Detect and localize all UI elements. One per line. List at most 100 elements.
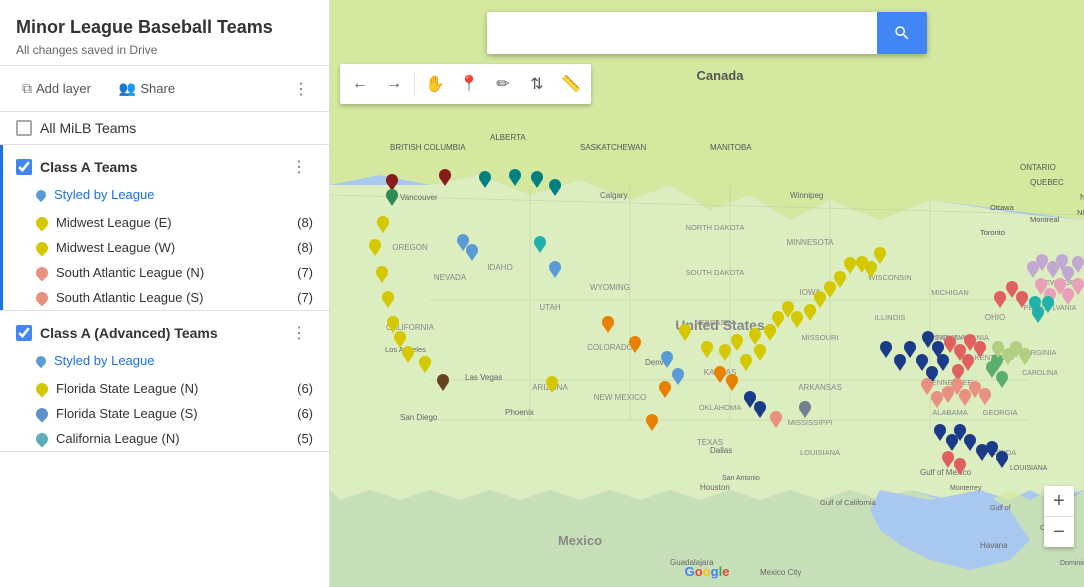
svg-text:LOUISIANA: LOUISIANA <box>800 448 840 457</box>
sal-n-pin <box>36 266 48 280</box>
svg-text:Dallas: Dallas <box>710 446 732 455</box>
class-a-adv-league-0: Florida State League (N) (6) <box>0 376 329 401</box>
svg-text:MICHIGAN: MICHIGAN <box>931 288 969 297</box>
style-pin-icon <box>36 188 48 202</box>
svg-text:San Diego: San Diego <box>400 413 438 422</box>
svg-text:Las Vegas: Las Vegas <box>465 373 502 382</box>
sidebar-more-button[interactable]: ⋮ <box>285 75 317 103</box>
google-logo: Google <box>685 564 730 579</box>
class-a-league-0: Midwest League (E) (8) <box>0 210 329 235</box>
zoom-in-button[interactable]: + <box>1044 486 1074 516</box>
svg-text:OKLAHOMA: OKLAHOMA <box>699 403 742 412</box>
search-input[interactable] <box>487 12 877 54</box>
class-a-adv-more-button[interactable]: ⋮ <box>285 321 313 345</box>
sal-s-count: (7) <box>297 290 313 305</box>
class-a-styled-label: Styled by League <box>54 187 154 202</box>
svg-text:Winnipeg: Winnipeg <box>790 191 823 200</box>
cal-n-label: California League (N) <box>56 431 289 446</box>
add-layer-button[interactable]: ⧉ Add layer <box>12 74 101 103</box>
redo-button[interactable]: → <box>378 68 410 100</box>
svg-text:COLORADO: COLORADO <box>587 343 633 352</box>
class-a-adv-league-2: California League (N) (5) <box>0 426 329 451</box>
svg-text:Havana: Havana <box>980 541 1008 550</box>
svg-text:MANITOBA: MANITOBA <box>710 143 752 152</box>
midwest-e-count: (8) <box>297 215 313 230</box>
class-a-league-1: Midwest League (W) (8) <box>0 235 329 260</box>
search-button[interactable] <box>877 12 927 54</box>
svg-text:Canada: Canada <box>697 68 745 83</box>
midwest-w-count: (8) <box>297 240 313 255</box>
svg-text:NEW MEXICO: NEW MEXICO <box>594 393 646 402</box>
all-teams-checkbox[interactable] <box>16 120 32 136</box>
cal-n-pin <box>36 432 48 446</box>
ruler-tool-button[interactable]: 📏 <box>555 68 587 100</box>
fsl-n-pin <box>36 382 48 396</box>
class-a-more-button[interactable]: ⋮ <box>285 155 313 179</box>
svg-text:Gulf of Mexico: Gulf of Mexico <box>920 468 972 477</box>
sal-s-label: South Atlantic League (S) <box>56 290 289 305</box>
svg-text:NEW BRUNSWICK: NEW BRUNSWICK <box>1080 193 1084 202</box>
class-a-adv-group: Class A (Advanced) Teams ⋮ Styled by Lea… <box>0 311 329 452</box>
share-button[interactable]: 👥 Share <box>109 74 185 103</box>
svg-text:NORTH DAKOTA: NORTH DAKOTA <box>686 223 745 232</box>
svg-text:WYOMING: WYOMING <box>590 283 630 292</box>
svg-text:Mexico: Mexico <box>558 533 602 548</box>
class-a-group: Class A Teams ⋮ Styled by League Midwest… <box>0 145 329 311</box>
svg-text:Calgary: Calgary <box>600 191 628 200</box>
svg-text:NEBRASKA: NEBRASKA <box>695 318 736 327</box>
all-teams-label: All MiLB Teams <box>40 120 136 136</box>
class-a-adv-styled-label: Styled by League <box>54 353 154 368</box>
sidebar-content: All MiLB Teams Class A Teams ⋮ Styled by… <box>0 112 329 587</box>
svg-text:Houston: Houston <box>700 483 730 492</box>
class-a-header-wrapper: Class A Teams ⋮ Styled by League Midwest… <box>0 145 329 310</box>
fsl-n-label: Florida State League (N) <box>56 381 289 396</box>
class-a-active-bar <box>0 145 3 310</box>
sal-s-pin <box>36 291 48 305</box>
sidebar-header: Minor League Baseball Teams All changes … <box>0 0 329 66</box>
svg-text:Phoenix: Phoenix <box>505 408 534 417</box>
draw-tool-button[interactable]: ✏ <box>487 68 519 100</box>
pin-tool-button[interactable]: 📍 <box>453 68 485 100</box>
share-label: Share <box>140 81 175 96</box>
zoom-controls: + − <box>1044 486 1074 547</box>
fsl-s-label: Florida State League (S) <box>56 406 289 421</box>
zoom-out-button[interactable]: − <box>1044 517 1074 547</box>
search-bar <box>487 12 927 54</box>
svg-text:WISCONSIN: WISCONSIN <box>868 273 911 282</box>
sidebar-actions: ⧉ Add layer 👥 Share ⋮ <box>0 66 329 112</box>
svg-text:San Antonio: San Antonio <box>722 475 760 482</box>
layers-icon: ⧉ <box>22 80 32 97</box>
svg-text:GEORGIA: GEORGIA <box>982 408 1017 417</box>
svg-text:Ottawa: Ottawa <box>990 203 1015 212</box>
class-a-adv-title: Class A (Advanced) Teams <box>40 325 277 341</box>
svg-text:Gulf of: Gulf of <box>990 505 1011 512</box>
hand-tool-button[interactable]: ✋ <box>419 68 451 100</box>
search-icon <box>893 24 911 42</box>
class-a-title: Class A Teams <box>40 159 277 175</box>
svg-text:NEVADA: NEVADA <box>434 273 467 282</box>
sal-n-label: South Atlantic League (N) <box>56 265 289 280</box>
toolbar-separator-1 <box>414 72 415 96</box>
class-a-checkbox[interactable] <box>16 159 32 175</box>
svg-text:Monterrey: Monterrey <box>950 485 982 492</box>
undo-button[interactable]: ← <box>344 68 376 100</box>
svg-text:ONTARIO: ONTARIO <box>1020 163 1056 172</box>
sidebar: Minor League Baseball Teams All changes … <box>0 0 330 587</box>
class-a-adv-league-1: Florida State League (S) (6) <box>0 401 329 426</box>
class-a-league-3: South Atlantic League (S) (7) <box>0 285 329 310</box>
svg-text:SASKATCHEWAN: SASKATCHEWAN <box>580 143 646 152</box>
sidebar-title: Minor League Baseball Teams <box>16 16 313 39</box>
cal-n-count: (5) <box>297 431 313 446</box>
share-icon: 👥 <box>119 80 136 97</box>
class-a-styled-by[interactable]: Styled by League <box>0 185 329 210</box>
route-tool-button[interactable]: ⇅ <box>521 68 553 100</box>
svg-text:LOUISIANA: LOUISIANA <box>1010 465 1048 472</box>
class-a-adv-checkbox[interactable] <box>16 325 32 341</box>
fsl-s-pin <box>36 407 48 421</box>
svg-text:Gulf of California: Gulf of California <box>820 498 877 507</box>
class-a-adv-header-wrapper: Class A (Advanced) Teams ⋮ Styled by Lea… <box>0 311 329 451</box>
midwest-w-pin <box>36 241 48 255</box>
map-container[interactable]: Canada United States Mexico OREGON IDAHO… <box>330 0 1084 587</box>
class-a-adv-styled-by[interactable]: Styled by League <box>0 351 329 376</box>
svg-text:MINNESOTA: MINNESOTA <box>787 238 835 247</box>
